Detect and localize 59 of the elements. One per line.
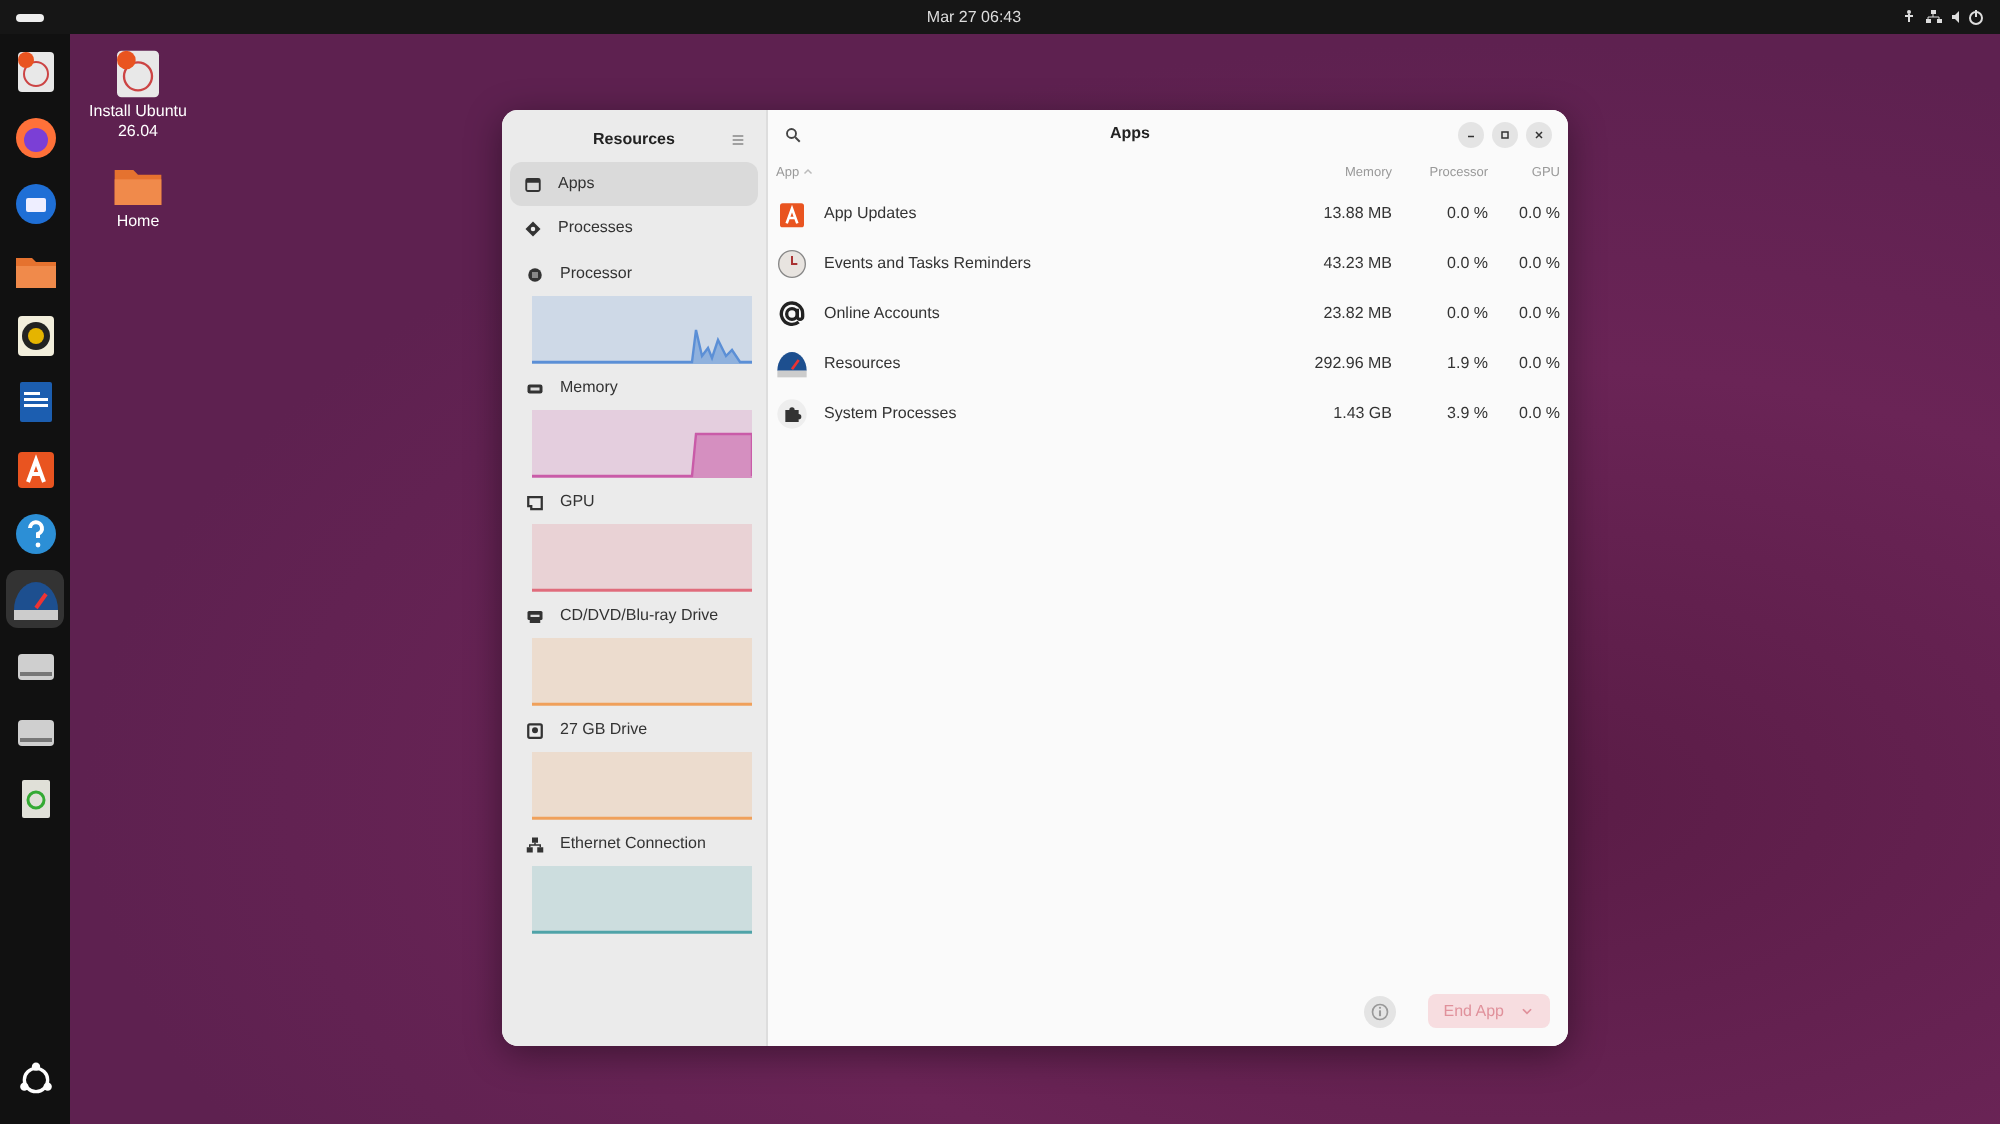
memory-cell-text: 292.96 MB: [1312, 351, 1392, 375]
sidebar-item[interactable]: GPU: [560, 490, 595, 514]
memory-icon: [526, 379, 544, 397]
sidebar-title: Resources: [593, 128, 675, 152]
at-sign-icon: [776, 297, 808, 329]
clock-icon: [776, 247, 808, 279]
memory-cell-text: 1.43 GB: [1331, 401, 1392, 425]
close-button[interactable]: [1526, 121, 1552, 147]
gauge-icon: [776, 347, 808, 379]
desktop-icon-label[interactable]: Install Ubuntu 26.04: [88, 102, 188, 141]
processor-cell-text: 1.9 %: [1445, 351, 1488, 375]
clock[interactable]: Mar 27 06:43: [926, 5, 1022, 29]
sidebar-item[interactable]: Ethernet Connection: [560, 832, 706, 856]
memory-cell-text: 13.88 MB: [1321, 201, 1392, 225]
window-icon: [524, 175, 542, 193]
question-icon: [11, 509, 59, 557]
app-name: App Updates: [824, 201, 917, 225]
dock-app-button[interactable]: [6, 570, 64, 628]
info-button[interactable]: [1363, 995, 1396, 1027]
gpu-cell-text: 0.0 %: [1517, 301, 1560, 325]
sidebar-item[interactable]: CD/DVD/Blu-ray Drive: [560, 604, 719, 628]
close-icon: [1530, 125, 1548, 143]
caret-icon: [1520, 1004, 1534, 1018]
gpu-cell-text: 0.0 %: [1517, 251, 1560, 275]
disc-drive-icon: [526, 607, 544, 625]
processor-cell-text: 0.0 %: [1445, 301, 1488, 325]
chip-icon: [526, 265, 544, 283]
processor-cell-text: 0.0 %: [1445, 201, 1488, 225]
memory-cell-text: 43.23 MB: [1321, 251, 1392, 275]
processor-cell-text: 0.0 %: [1445, 251, 1488, 275]
usage-graph[interactable]: [532, 410, 752, 478]
sidebar-item[interactable]: Memory: [560, 376, 618, 400]
maximize-button[interactable]: [1492, 121, 1518, 147]
puzzle-icon: [776, 397, 808, 429]
app-name: Events and Tasks Reminders: [824, 251, 1031, 275]
workspace-indicator[interactable]: [16, 13, 44, 21]
sidebar-item[interactable]: Apps: [510, 162, 758, 206]
app-name: Online Accounts: [824, 301, 940, 325]
maximize-icon: [1496, 125, 1514, 143]
sidebar-item[interactable]: Processes: [510, 206, 758, 250]
gpu-cell-text: 0.0 %: [1517, 351, 1560, 375]
card-icon: [526, 493, 544, 511]
info-icon: [1369, 1001, 1390, 1021]
network-icon: [526, 835, 544, 853]
gpu-cell-text: 0.0 %: [1517, 401, 1560, 425]
memory-cell-text: 23.82 MB: [1321, 301, 1392, 325]
app-name: System Processes: [824, 401, 957, 425]
store-bag-icon: [776, 197, 808, 229]
window-title: Apps: [1108, 122, 1152, 146]
system-status-icon[interactable]: [1903, 8, 1984, 26]
search-icon[interactable]: [784, 125, 802, 143]
disk-icon: [526, 721, 544, 739]
app-name: Resources: [824, 351, 901, 375]
sidebar-item[interactable]: Processor: [560, 262, 633, 286]
sidebar-item[interactable]: 27 GB Drive: [560, 718, 648, 742]
processor-cell-text: 3.9 %: [1445, 401, 1488, 425]
desktop-icon-label[interactable]: Home: [116, 212, 160, 232]
diamond-gear-icon: [524, 219, 542, 237]
gpu-cell-text: 0.0 %: [1517, 201, 1560, 225]
